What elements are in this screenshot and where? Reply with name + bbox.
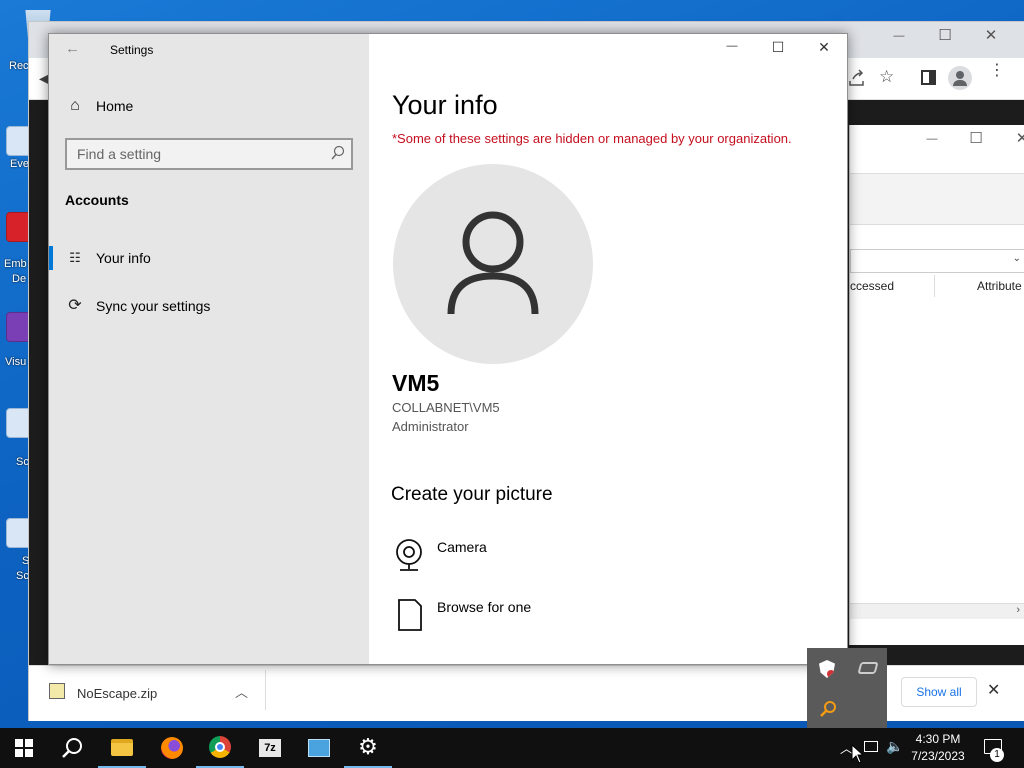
chevron-up-icon[interactable]: ︿ (235, 682, 248, 701)
explorer-minimize-button[interactable]: — (912, 125, 952, 153)
settings-maximize-button[interactable]: ☐ (755, 39, 801, 59)
camera-icon (396, 539, 422, 571)
bookmark-star-icon[interactable]: ☆ (879, 67, 894, 87)
page-title: Your info (392, 90, 498, 120)
camera-option[interactable]: Camera (391, 534, 611, 578)
firefox-icon[interactable] (148, 728, 196, 768)
close-download-bar-button[interactable]: ✕ (987, 680, 1000, 700)
avatar (393, 164, 593, 364)
tray-overflow-flyout (807, 648, 887, 728)
explorer-address-bar[interactable]: ⌄ (850, 249, 1024, 273)
settings-gear-icon[interactable]: ⚙ (344, 728, 392, 768)
notification-count-badge: 1 (990, 748, 1004, 762)
home-icon: ⌂ (70, 97, 80, 114)
settings-close-button[interactable]: ✕ (801, 39, 847, 59)
nav-your-info[interactable]: ☷ Your info (49, 236, 369, 280)
zip-file-icon (49, 683, 65, 699)
user-display-name: VM5 (392, 370, 440, 396)
camera-label: Camera (437, 539, 487, 555)
selected-indicator (49, 246, 53, 270)
profile-icon[interactable] (948, 66, 972, 90)
settings-main: — ☐ ✕ Your info *Some of these settings … (369, 34, 847, 664)
browse-option[interactable]: Browse for one (391, 596, 611, 636)
column-divider (934, 275, 935, 297)
search-input[interactable]: Find a setting (65, 138, 353, 170)
browser-close-button[interactable]: ✕ (971, 22, 1011, 50)
sync-icon: ⟳ (68, 297, 82, 314)
explorer-ribbon (850, 173, 1024, 225)
search-icon (331, 145, 345, 166)
settings-sidebar: ← Settings ⌂ Home Find a setting Account… (49, 34, 369, 664)
settings-window: ← Settings ⌂ Home Find a setting Account… (48, 33, 848, 665)
menu-icon[interactable]: ⋮ (989, 63, 1005, 79)
document-icon (398, 599, 422, 631)
browse-label: Browse for one (437, 599, 532, 615)
download-filename[interactable]: NoEscape.zip (77, 686, 157, 701)
show-all-button[interactable]: Show all (901, 677, 977, 707)
network-icon[interactable] (864, 741, 878, 752)
app-title: Settings (110, 43, 154, 57)
search-placeholder: Find a setting (77, 146, 162, 162)
person-icon (447, 211, 539, 315)
back-arrow-icon[interactable]: ← (65, 40, 80, 57)
download-separator (265, 670, 266, 710)
person-card-icon: ☷ (69, 250, 81, 265)
security-shield-icon[interactable] (819, 660, 835, 678)
nav-sync-settings[interactable]: ⟳ Sync your settings (49, 284, 369, 328)
clock-date[interactable]: 7/23/2023 (906, 749, 970, 763)
nav-home[interactable]: ⌂ Home (49, 84, 369, 128)
nav-your-info-label: Your info (96, 250, 151, 266)
7zip-icon[interactable]: 7z (246, 728, 294, 768)
explorer-close-button[interactable]: ✕ (1002, 125, 1024, 153)
network-off-icon[interactable] (857, 662, 879, 674)
file-explorer-icon[interactable] (98, 728, 146, 768)
explorer-hscroll[interactable]: › (850, 603, 1024, 619)
side-panel-icon[interactable] (921, 70, 936, 85)
explorer-maximize-button[interactable]: ☐ (956, 125, 996, 153)
user-account: COLLABNET\VM5 (392, 400, 500, 415)
section-heading: Accounts (65, 192, 129, 208)
user-role: Administrator (392, 419, 469, 434)
managed-notice: *Some of these settings are hidden or ma… (392, 131, 792, 146)
search-icon[interactable] (48, 728, 96, 768)
explorer-column-header[interactable]: Attribute (977, 279, 1022, 293)
chevron-down-icon: ⌄ (1012, 253, 1021, 264)
browser-minimize-button[interactable]: — (879, 22, 919, 50)
nav-home-label: Home (96, 98, 134, 114)
start-icon[interactable] (0, 728, 48, 768)
network-app-icon[interactable] (295, 728, 343, 768)
file-explorer-window: — ☐ ✕ ⌄ ccessed Attribute › (849, 125, 1024, 645)
mouse-cursor (851, 743, 865, 768)
taskbar: 7z ⚙ ︿ 🔈 4:30 PM 7/23/2023 1 (0, 728, 1024, 768)
create-picture-heading: Create your picture (391, 484, 553, 505)
volume-muted-icon[interactable]: 🔈 (886, 738, 903, 755)
clock-time[interactable]: 4:30 PM (910, 732, 966, 746)
chrome-icon[interactable] (196, 728, 244, 768)
explorer-column-header[interactable]: ccessed (850, 279, 894, 293)
nav-sync-label: Sync your settings (96, 298, 211, 314)
settings-minimize-button[interactable]: — (709, 40, 755, 60)
scroll-right-icon[interactable]: › (1016, 604, 1020, 616)
browser-maximize-button[interactable]: ☐ (925, 22, 965, 50)
share-icon[interactable] (847, 68, 867, 88)
search-tool-icon[interactable] (819, 700, 837, 723)
